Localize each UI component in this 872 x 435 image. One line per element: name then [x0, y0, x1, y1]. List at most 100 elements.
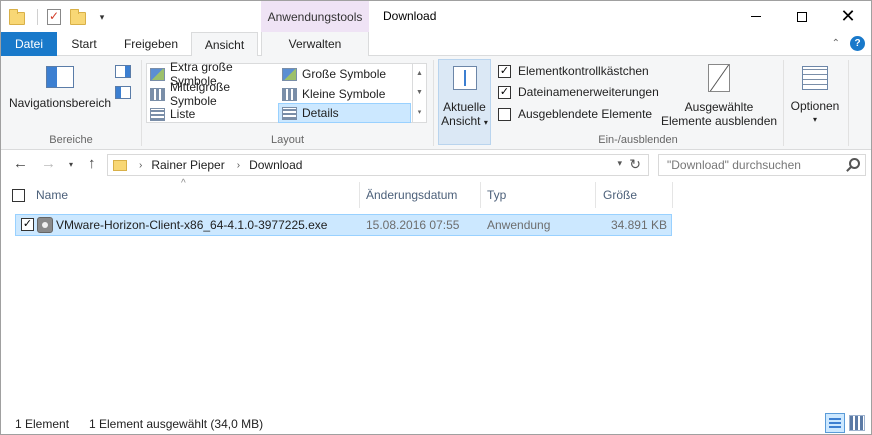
large-icons-icon [282, 67, 297, 81]
column-name[interactable]: Name [36, 182, 358, 208]
hide-selected-button[interactable]: Ausgewählte Elemente ausblenden [659, 56, 779, 128]
panes-group: Navigationsbereich Bereiche [1, 56, 141, 150]
close-button[interactable]: ✕ [825, 1, 871, 32]
details-pane-icon[interactable] [115, 86, 131, 99]
search-input[interactable]: "Download" durchsuchen [658, 154, 866, 176]
medium-icons-icon [150, 87, 165, 101]
new-folder-icon[interactable] [68, 7, 88, 27]
item-checkboxes-toggle[interactable]: ✓ Elementkontrollkästchen [498, 64, 649, 78]
column-date[interactable]: Änderungsdatum [366, 182, 476, 208]
help-icon[interactable]: ? [850, 36, 865, 51]
layout-small-icons[interactable]: Kleine Symbole [279, 84, 411, 104]
search-placeholder: "Download" durchsuchen [667, 158, 801, 172]
column-header: ^ Name Änderungsdatum Typ Größe [1, 178, 871, 208]
file-extensions-label: Dateinamenerweiterungen [518, 85, 659, 99]
options-icon [802, 66, 828, 90]
layout-gallery: Extra große Symbole Große Symbole Mittel… [146, 60, 414, 124]
customize-dropdown-icon[interactable]: ▾ [92, 7, 112, 27]
column-divider[interactable] [595, 182, 596, 208]
options-dropdown-icon: ▾ [812, 115, 817, 124]
tab-file[interactable]: Datei [1, 32, 57, 56]
small-icons-icon [282, 87, 297, 101]
minimize-icon [751, 16, 761, 17]
file-extensions-toggle[interactable]: ✓ Dateinamenerweiterungen [498, 85, 659, 99]
file-type: Anwendung [487, 218, 551, 232]
address-folder-icon [113, 159, 127, 171]
row-checkbox[interactable]: ✓ [21, 218, 34, 231]
column-type[interactable]: Typ [487, 182, 592, 208]
refresh-icon[interactable]: ↻ [629, 156, 641, 173]
collapse-ribbon-icon[interactable]: ⌃ [832, 38, 840, 49]
hide-selected-icon [708, 64, 730, 92]
breadcrumb-separator-icon[interactable]: › [139, 160, 142, 171]
file-date: 15.08.2016 07:55 [366, 218, 460, 232]
details-view-icon[interactable] [825, 413, 845, 433]
table-row[interactable]: ✓ VMware-Horizon-Client-x86_64-4.1.0-397… [15, 214, 672, 236]
tab-start[interactable]: Start [57, 32, 111, 56]
title-bar: ▾ Anwendungstools Download ✕ [1, 1, 871, 32]
hidden-items-toggle[interactable]: Ausgeblendete Elemente [498, 107, 652, 121]
context-tab-title: Anwendungstools [261, 1, 369, 32]
layout-details[interactable]: Details [278, 103, 411, 123]
address-dropdown-icon[interactable]: ▾ [617, 158, 622, 169]
breadcrumb-rainer-pieper[interactable]: Rainer Pieper [151, 158, 224, 172]
options-button[interactable]: Optionen ▾ [785, 56, 845, 127]
current-view-label: Aktuelle Ansicht ▾ [439, 100, 490, 130]
column-divider[interactable] [359, 182, 360, 208]
hidden-items-label: Ausgeblendete Elemente [518, 107, 653, 121]
details-icon [282, 106, 297, 120]
layout-gallery-scroll[interactable]: ▲ ▼ ▾ [412, 63, 427, 123]
gallery-down-icon[interactable]: ▼ [416, 89, 423, 96]
tab-manage[interactable]: Verwalten [261, 32, 369, 56]
file-extensions-checkbox[interactable]: ✓ [498, 85, 511, 99]
quick-access-toolbar: ▾ [7, 7, 116, 27]
address-bar[interactable]: › Rainer Pieper › Download ▾ ↻ [107, 154, 649, 176]
hidden-items-checkbox[interactable] [498, 107, 511, 121]
show-hide-group-label: Ein-/ausblenden [598, 134, 678, 146]
ribbon-separator [433, 60, 434, 146]
maximize-button[interactable] [779, 1, 825, 32]
minimize-button[interactable] [733, 1, 779, 32]
ribbon-separator [783, 60, 784, 146]
layout-list[interactable]: Liste [147, 104, 279, 124]
navigation-pane-label: Navigationsbereich [8, 96, 112, 110]
explorer-window: ▾ Anwendungstools Download ✕ Datei Start… [0, 0, 872, 435]
tabbar-right: ⌃ ? [832, 36, 865, 51]
panes-group-label: Bereiche [49, 134, 93, 146]
tab-share[interactable]: Freigeben [111, 32, 191, 56]
layout-large-icons[interactable]: Große Symbole [279, 64, 411, 84]
layout-item-label: Große Symbole [302, 67, 387, 81]
status-bar: 1 Element 1 Element ausgewählt (34,0 MB) [1, 411, 871, 434]
layout-group-label: Layout [270, 134, 305, 146]
layout-medium-icons[interactable]: Mittelgroße Symbole [147, 80, 279, 108]
window-controls: ✕ [733, 1, 871, 32]
item-checkboxes-checkbox[interactable]: ✓ [498, 64, 511, 78]
breadcrumb-separator-icon[interactable]: › [237, 160, 240, 171]
status-selection: 1 Element ausgewählt (34,0 MB) [89, 417, 264, 431]
options-label: Optionen [790, 99, 840, 113]
forward-arrow-icon[interactable]: → [41, 155, 56, 172]
executable-icon [37, 217, 53, 233]
ribbon-tab-bar: Datei Start Freigeben Ansicht Verwalten … [1, 32, 871, 57]
hide-selected-line1: Ausgewählte [684, 100, 754, 114]
preview-pane-icon[interactable] [115, 65, 131, 78]
gallery-more-icon[interactable]: ▾ [418, 108, 422, 116]
tab-view[interactable]: Ansicht [191, 32, 258, 57]
back-arrow-icon[interactable]: ← [13, 155, 28, 172]
column-divider[interactable] [672, 182, 673, 208]
extra-large-icons-icon [150, 67, 165, 81]
current-view-line2: Ansicht ▾ [441, 114, 488, 128]
gallery-up-icon[interactable]: ▲ [416, 70, 423, 77]
select-all-checkbox[interactable] [12, 189, 25, 202]
up-arrow-icon[interactable]: ↑ [88, 155, 96, 172]
column-divider[interactable] [480, 182, 481, 208]
large-icons-view-icon[interactable] [849, 415, 865, 431]
breadcrumb-download[interactable]: Download [249, 158, 302, 172]
navigation-pane-button[interactable]: Navigationsbereich [7, 56, 113, 110]
properties-icon[interactable] [44, 7, 64, 27]
layout-item-label: Liste [170, 107, 196, 121]
close-icon: ✕ [840, 6, 856, 27]
column-size[interactable]: Größe [603, 182, 673, 208]
current-view-button[interactable]: Aktuelle Ansicht ▾ [438, 59, 491, 145]
recent-locations-chevron-icon[interactable]: ▾ [69, 160, 73, 169]
